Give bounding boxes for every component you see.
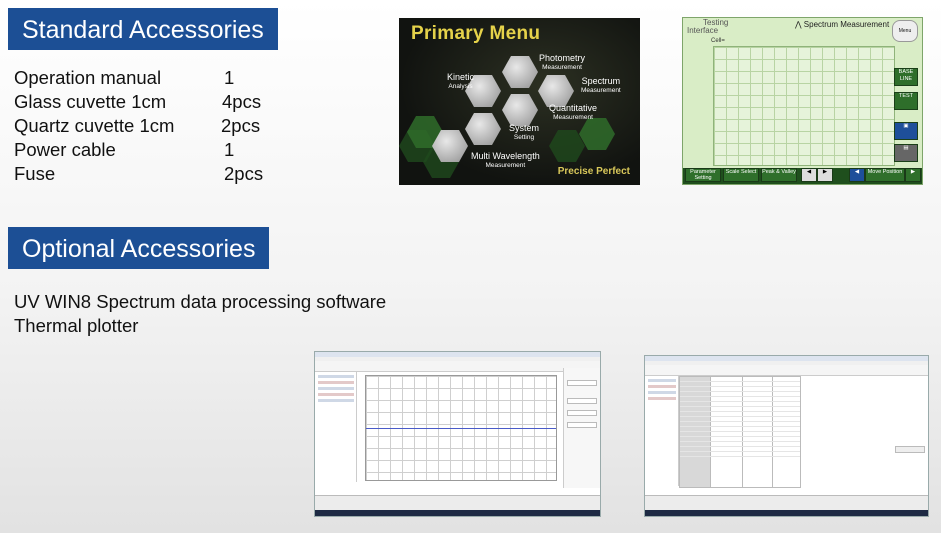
data-line xyxy=(366,428,556,429)
kinetic-label[interactable]: Kinetic Analysis xyxy=(447,73,474,91)
list-item: UV WIN8 Spectrum data processing softwar… xyxy=(14,291,387,312)
item-name: Quartz cuvette 1cm xyxy=(14,115,175,136)
software-screenshot-table xyxy=(644,355,929,517)
status-bar xyxy=(645,495,928,510)
system-label[interactable]: System Setting xyxy=(509,124,539,142)
spectrum-screen-screenshot: Testing Interface Cell= ⋀ Spectrum Measu… xyxy=(682,17,923,185)
bulb-icon[interactable] xyxy=(502,56,538,88)
peak-valley-button[interactable]: Peak & Valley xyxy=(761,168,797,182)
item-qty: 1 xyxy=(224,139,235,160)
primary-menu-title: Primary Menu xyxy=(411,23,541,44)
arrow-right-icon[interactable]: ▶ xyxy=(817,168,833,182)
file-tree xyxy=(316,372,357,482)
optional-accessories-list: UV WIN8 Spectrum data processing softwar… xyxy=(14,290,386,338)
item-qty: 4pcs xyxy=(222,91,262,112)
test-button[interactable]: TEST xyxy=(894,92,918,110)
arrow-left-icon[interactable]: ◀ xyxy=(801,168,817,182)
item-qty: 2pcs xyxy=(224,163,264,184)
toolbar xyxy=(315,361,600,372)
software-screenshot-chart xyxy=(314,351,601,517)
peak-icon: ⋀ xyxy=(795,20,802,29)
screen-title: ⋀ Spectrum Measurement xyxy=(795,20,890,29)
file-tree xyxy=(646,376,679,486)
cell-label: Cell= xyxy=(711,38,725,44)
data-table xyxy=(679,376,801,488)
bottom-toolbar: Parameter Setting Scale Select Peak & Va… xyxy=(683,168,922,184)
chart-area xyxy=(365,375,557,481)
gear-icon[interactable] xyxy=(465,113,501,145)
spectrum-label[interactable]: Spectrum Measurement xyxy=(581,77,621,95)
scale-select-button[interactable]: Scale Select xyxy=(723,168,759,182)
list-item: Fuse 2pcs xyxy=(14,162,274,186)
save-icon[interactable]: ▣ xyxy=(894,122,918,140)
list-item: Quartz cuvette 1cm 2pcs xyxy=(14,114,274,138)
print-icon[interactable]: ▤ xyxy=(894,144,918,162)
spectrum-grid xyxy=(713,46,895,166)
multi-wavelength-label[interactable]: Multi Wavelength Measurement xyxy=(471,152,540,170)
quantitative-label[interactable]: Quantitative Measurement xyxy=(549,104,597,122)
status-bar xyxy=(315,495,600,510)
optional-accessories-header: Optional Accessories xyxy=(8,227,270,269)
item-name: Glass cuvette 1cm xyxy=(14,91,167,112)
parameter-panel xyxy=(563,368,600,488)
item-name: Operation manual xyxy=(14,67,162,88)
list-item: Operation manual 1 xyxy=(14,66,274,90)
item-qty: 2pcs xyxy=(221,115,261,136)
menu-button[interactable]: Menu xyxy=(892,20,918,42)
baseline-button[interactable]: BASE LINE xyxy=(894,68,918,86)
item-qty: 1 xyxy=(224,67,235,88)
parameter-setting-button[interactable]: Parameter Setting xyxy=(685,168,721,182)
taskbar xyxy=(645,510,928,516)
item-name: Fuse xyxy=(14,163,56,184)
taskbar xyxy=(315,510,600,516)
move-left-icon[interactable]: ◀ xyxy=(849,168,865,182)
move-position-button[interactable]: Move Position xyxy=(865,168,905,182)
list-item: Thermal plotter xyxy=(14,315,139,336)
list-item: Glass cuvette 1cm 4pcs xyxy=(14,90,274,114)
standard-accessories-list: Operation manual 1 Glass cuvette 1cm 4pc… xyxy=(14,66,274,186)
quantitative-icon[interactable] xyxy=(502,94,538,126)
toolbar xyxy=(645,365,928,376)
slogan: Precise Perfect xyxy=(557,166,630,177)
standard-accessories-header: Standard Accessories xyxy=(8,8,278,50)
primary-menu-screenshot: Primary Menu Photometry Measurement Kinet… xyxy=(399,18,640,185)
list-item: Power cable 1 xyxy=(14,138,274,162)
item-name: Power cable xyxy=(14,139,116,160)
move-right-icon[interactable]: ▶ xyxy=(905,168,921,182)
photometry-label[interactable]: Photometry Measurement xyxy=(539,54,585,72)
search-box xyxy=(895,446,925,453)
testing-interface-label: Testing Interface xyxy=(687,18,729,35)
